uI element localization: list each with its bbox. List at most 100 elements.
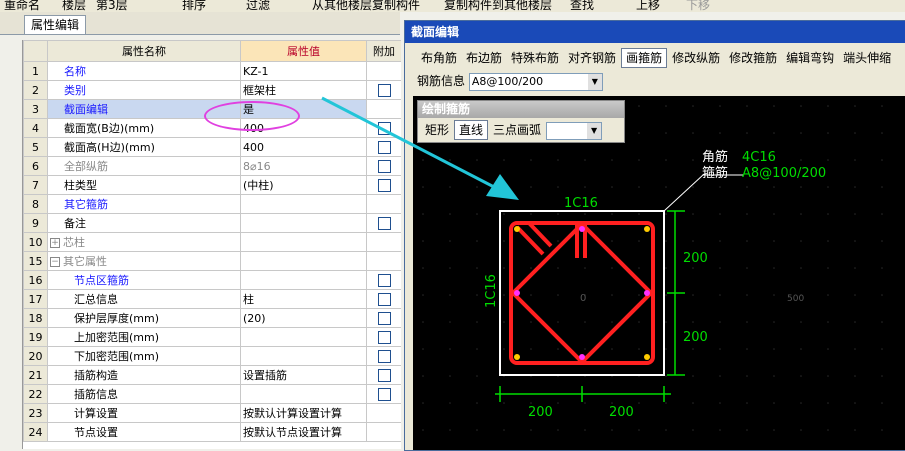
grid-dot (827, 240, 829, 242)
draw-mode-button[interactable]: 三点画弧 (489, 121, 545, 139)
extra-checkbox[interactable] (377, 273, 391, 287)
property-value[interactable] (240, 327, 367, 347)
extra-checkbox[interactable] (377, 387, 391, 401)
property-value[interactable] (240, 270, 367, 290)
sort-button[interactable]: 排序 (182, 0, 206, 12)
table-row[interactable]: 6 全部纵筋 8⌀16 (23, 156, 401, 176)
grid-dot (638, 267, 640, 269)
extra-checkbox[interactable] (377, 83, 391, 97)
grid-dot (719, 132, 721, 134)
grid-dot (503, 213, 505, 215)
table-row[interactable]: 10 + 芯柱 (23, 232, 401, 252)
property-value[interactable]: KZ-1 (240, 61, 367, 81)
copy-from-floor-button[interactable]: 从其他楼层复制构件 (312, 0, 420, 12)
grid-dot (638, 159, 640, 161)
section-tool-button[interactable]: 对齐钢筋 (564, 49, 620, 67)
drawing-canvas[interactable]: 0 500 200 200 200 200 1C16 1C16 角筋 4C16 … (413, 96, 905, 450)
extra-checkbox[interactable] (377, 159, 391, 173)
table-row[interactable]: 22 插筋信息 (23, 384, 401, 404)
grid-dot (638, 132, 640, 134)
chevron-down-icon[interactable]: ▼ (587, 122, 602, 139)
table-row[interactable]: 19 上加密范围(mm) (23, 327, 401, 347)
copy-to-floor-button[interactable]: 复制构件到其他楼层 (444, 0, 552, 12)
property-value[interactable] (240, 251, 367, 271)
property-value[interactable]: 按默认节点设置计算 (240, 422, 367, 442)
tab-property-edit[interactable]: 属性编辑 (24, 15, 87, 34)
section-tool-button[interactable]: 端头伸缩 (839, 49, 895, 67)
table-row[interactable]: 5 截面高(H边)(mm) 400 (23, 137, 401, 157)
section-tool-button[interactable]: 布边筋 (462, 49, 506, 67)
extra-checkbox[interactable] (377, 121, 391, 135)
filter-button[interactable]: 过滤 (246, 0, 270, 12)
rename-button[interactable]: 重命名 (4, 0, 40, 12)
table-row[interactable]: 7 柱类型 (中柱) (23, 175, 401, 195)
grid-dot (476, 375, 478, 377)
extra-checkbox[interactable] (377, 216, 391, 230)
chevron-down-icon[interactable]: ▼ (587, 73, 602, 90)
section-tool-button[interactable]: 编辑弯钩 (782, 49, 838, 67)
side-bar (514, 290, 520, 296)
table-row[interactable]: 23 计算设置 按默认计算设置计算 (23, 403, 401, 423)
property-value[interactable] (240, 346, 367, 366)
expand-toggle[interactable]: − (50, 257, 60, 267)
table-row[interactable]: 24 节点设置 按默认节点设置计算 (23, 422, 401, 442)
grid-dot (422, 240, 424, 242)
property-value[interactable]: (中柱) (240, 175, 367, 195)
grid-dot (584, 267, 586, 269)
table-row[interactable]: 18 保护层厚度(mm) (20) (23, 308, 401, 328)
extra-checkbox[interactable] (377, 330, 391, 344)
table-row[interactable]: 21 插筋构造 设置插筋 (23, 365, 401, 385)
property-value[interactable] (240, 213, 367, 233)
section-tool-button[interactable]: 布角筋 (417, 49, 461, 67)
property-value[interactable]: 按默认计算设置计算 (240, 403, 367, 423)
extra-checkbox[interactable] (377, 292, 391, 306)
extra-checkbox[interactable] (377, 140, 391, 154)
grid-dot (827, 186, 829, 188)
grid-dot (773, 186, 775, 188)
axis-label: 500 (787, 294, 804, 304)
property-value[interactable]: (20) (240, 308, 367, 328)
property-value[interactable] (240, 194, 367, 214)
table-row[interactable]: 1 名称 KZ-1 (23, 61, 401, 81)
property-name-text: 节点设置 (74, 426, 118, 439)
table-row[interactable]: 8 其它箍筋 (23, 194, 401, 214)
rebar-info-select[interactable]: A8@100/200 ▼ (468, 72, 603, 91)
property-name: 类别 (47, 80, 241, 100)
property-value[interactable]: 8⌀16 (240, 156, 367, 176)
extra-checkbox[interactable] (377, 178, 391, 192)
find-button[interactable]: 查找 (570, 0, 594, 12)
table-row[interactable]: 20 下加密范围(mm) (23, 346, 401, 366)
property-value[interactable]: 框架柱 (240, 80, 367, 100)
move-down-button[interactable]: 下移 (686, 0, 710, 12)
section-tool-button[interactable]: 修改箍筋 (725, 49, 781, 67)
grid-dot (476, 402, 478, 404)
section-tool-button[interactable]: 修改纵筋 (668, 49, 724, 67)
grid-dot (611, 213, 613, 215)
expand-toggle[interactable]: + (50, 238, 60, 248)
section-tool-button[interactable]: 特殊布筋 (507, 49, 563, 67)
property-value[interactable] (240, 232, 367, 252)
grid-dot (530, 321, 532, 323)
table-row[interactable]: 16 节点区箍筋 (23, 270, 401, 290)
floor-select[interactable]: 第3层 (96, 0, 128, 12)
move-up-button[interactable]: 上移 (636, 0, 660, 12)
table-row[interactable]: 9 备注 (23, 213, 401, 233)
table-row[interactable]: 17 汇总信息 柱 (23, 289, 401, 309)
grid-dot (854, 240, 856, 242)
draw-mode-button[interactable]: 矩形 (421, 121, 453, 139)
section-tool-button[interactable]: 画箍筋 (621, 48, 668, 68)
extra-checkbox[interactable] (377, 311, 391, 325)
table-row[interactable]: 2 类别 框架柱 (23, 80, 401, 100)
arc-mode-select[interactable]: ▼ (546, 121, 603, 140)
grid-dot (827, 429, 829, 431)
property-value[interactable]: 柱 (240, 289, 367, 309)
property-value[interactable] (240, 384, 367, 404)
property-value[interactable]: 设置插筋 (240, 365, 367, 385)
grid-dot (422, 213, 424, 215)
table-row[interactable]: 15− 其它属性 (23, 251, 401, 271)
draw-mode-button[interactable]: 直线 (454, 120, 489, 140)
extra-checkbox[interactable] (377, 349, 391, 363)
property-value[interactable]: 400 (240, 137, 367, 157)
row-number: 3 (23, 99, 48, 119)
extra-checkbox[interactable] (377, 368, 391, 382)
